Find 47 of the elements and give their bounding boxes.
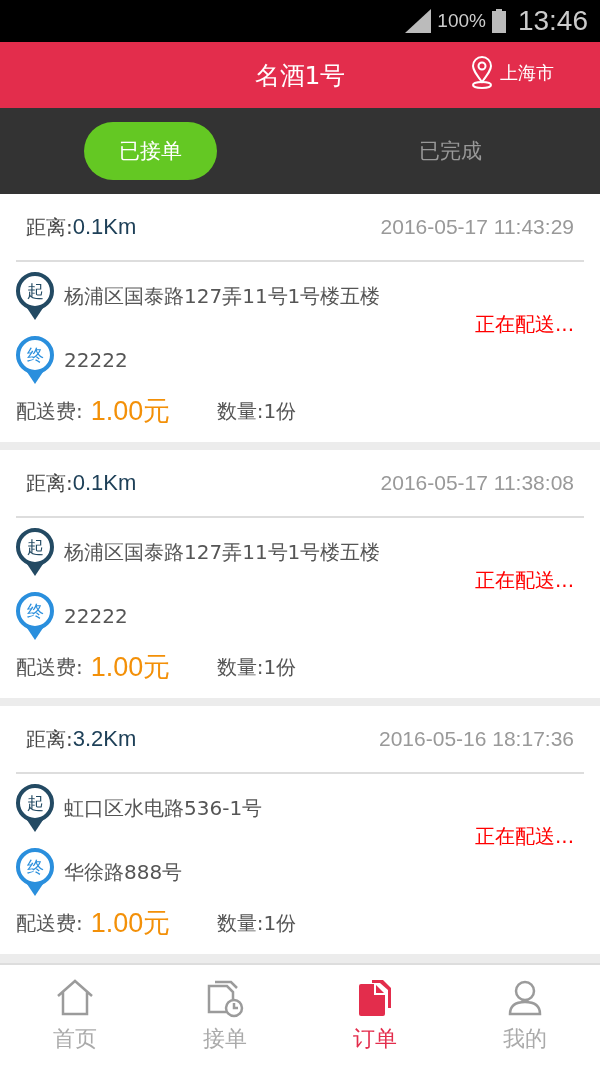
start-pin: 起 — [16, 784, 54, 832]
distance-text: 距离:0.1Km — [26, 213, 137, 241]
delivery-status: 正在配送... — [474, 310, 574, 338]
start-address: 虹口区水电路536-1号 — [64, 794, 263, 822]
end-address: 22222 — [64, 604, 128, 628]
distance-text: 距离:0.1Km — [26, 469, 137, 497]
nav-tab[interactable]: 订单 — [300, 965, 450, 1067]
fee-label: 配送费: — [16, 397, 83, 425]
clock: 13:46 — [517, 5, 588, 37]
end-pin: 终 — [16, 848, 54, 896]
order-time: 2016-05-17 11:43:29 — [380, 215, 574, 239]
fee-label: 配送费: — [16, 653, 83, 681]
nav-tab[interactable]: 接单 — [150, 965, 300, 1067]
distance-text: 距离:3.2Km — [26, 725, 137, 753]
fee-amount: 1.00元 — [90, 651, 172, 684]
battery-percent: 100% — [437, 10, 486, 32]
home-icon — [55, 978, 95, 1018]
end-pin: 终 — [16, 336, 54, 384]
fee-amount: 1.00元 — [90, 907, 172, 940]
start-address: 杨浦区国泰路127弄11号1号楼五楼 — [64, 538, 381, 566]
nav-tab[interactable]: 我的 — [450, 965, 600, 1067]
order-card[interactable]: 距离:3.2Km 2016-05-16 18:17:36 起 虹口区水电路536-1号 终 华徐路888号 正在配送... 配送费: 1.00元 数量:1份 — [0, 706, 600, 954]
order-card[interactable]: 距离:0.1Km 2016-05-17 11:43:29 起 杨浦区国泰路127弄11号1号楼五楼 终 22222 正在配送... 配送费: 1.00元 数量:1份 — [0, 194, 600, 442]
quantity-text: 数量:1份 — [216, 653, 297, 681]
city-link[interactable]: 上海市 — [500, 61, 554, 85]
fee-amount: 1.00元 — [90, 395, 172, 428]
end-address: 22222 — [64, 348, 128, 372]
order-time: 2016-05-16 18:17:36 — [379, 727, 574, 751]
quantity-text: 数量:1份 — [216, 397, 297, 425]
status-tab[interactable]: 已完成 — [383, 122, 517, 180]
order-card[interactable]: 距离:0.1Km 2016-05-17 11:38:08 起 杨浦区国泰路127弄11号1号楼五楼 终 22222 正在配送... 配送费: 1.00元 数量:1份 — [0, 450, 600, 698]
fee-label: 配送费: — [16, 909, 83, 937]
order-time: 2016-05-17 11:38:08 — [380, 471, 574, 495]
app-title: 名酒1号 — [254, 59, 346, 92]
start-pin: 起 — [16, 272, 54, 320]
end-address: 华徐路888号 — [64, 858, 183, 886]
quantity-text: 数量:1份 — [216, 909, 297, 937]
delivery-status: 正在配送... — [474, 566, 574, 594]
document-clock-icon — [205, 978, 245, 1018]
delivery-status: 正在配送... — [474, 822, 574, 850]
nav-tab[interactable]: 首页 — [0, 965, 150, 1067]
start-address: 杨浦区国泰路127弄11号1号楼五楼 — [64, 282, 381, 310]
end-pin: 终 — [16, 592, 54, 640]
location-pin-icon[interactable] — [470, 56, 494, 90]
battery-icon — [491, 9, 506, 33]
signal-icon — [405, 9, 432, 33]
start-pin: 起 — [16, 528, 54, 576]
